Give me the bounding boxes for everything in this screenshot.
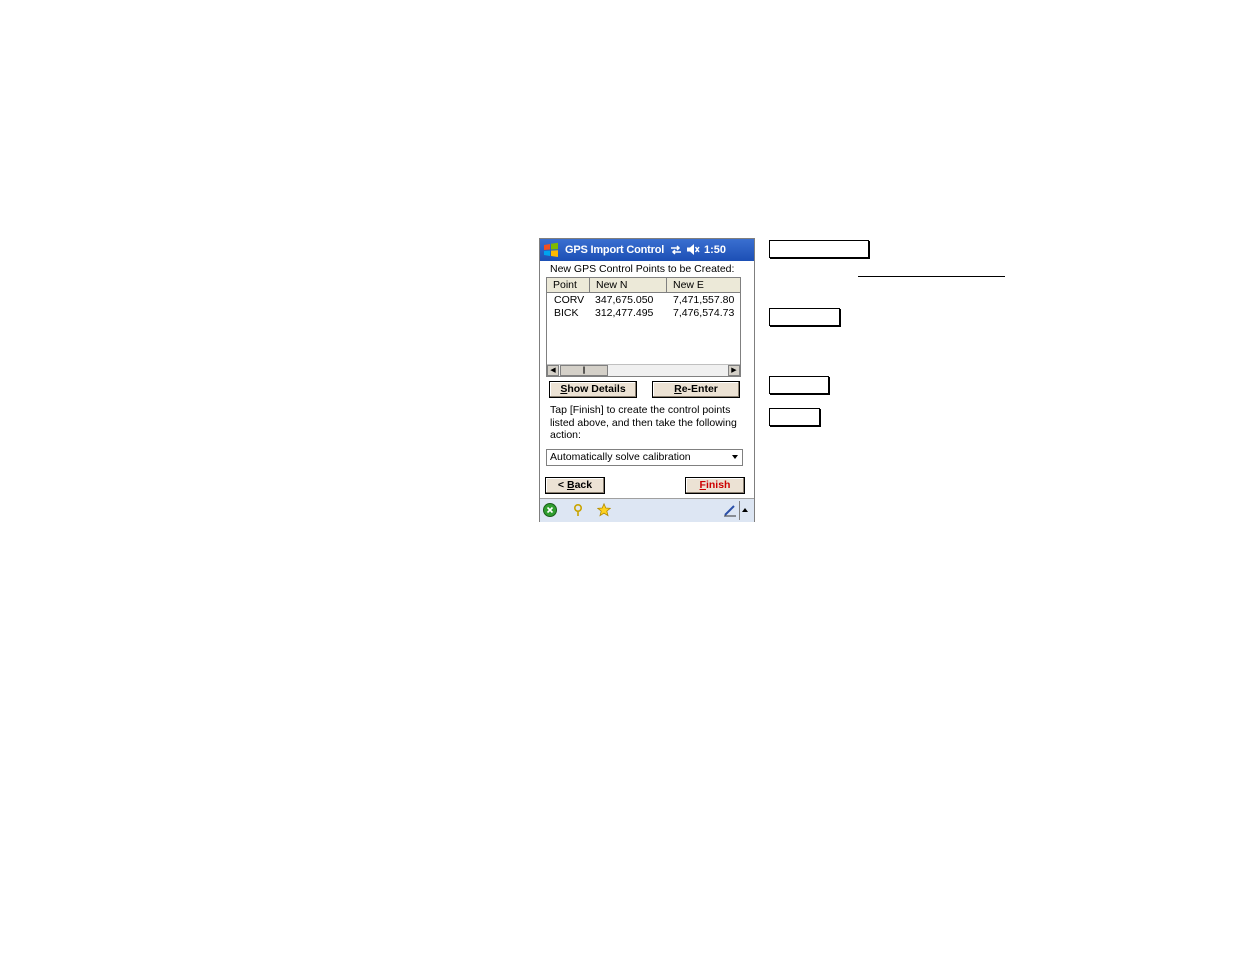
callout-leader-line <box>858 276 1005 277</box>
action-select-value: Automatically solve calibration <box>550 451 691 463</box>
column-header-new-e[interactable]: New E <box>667 278 740 292</box>
section-heading: New GPS Control Points to be Created: <box>550 263 735 275</box>
clock[interactable]: 1:50 <box>704 244 726 256</box>
show-details-button[interactable]: Show Details <box>549 381 637 398</box>
app-title: GPS Import Control <box>565 244 665 256</box>
table-row[interactable]: BICK 312,477.495 7,476,574.73 <box>547 307 740 320</box>
cell-new-e: 7,476,574.73 <box>673 307 735 319</box>
callout-box <box>769 408 820 426</box>
callout-box <box>769 308 840 326</box>
scroll-thumb[interactable]: ‖ <box>560 365 608 376</box>
windows-flag-icon[interactable] <box>542 241 560 259</box>
action-select[interactable]: Automatically solve calibration <box>546 449 743 466</box>
cell-new-n: 312,477.495 <box>595 307 654 319</box>
cell-new-n: 347,675.050 <box>595 294 654 306</box>
instructions-text: Tap [Finish] to create the control point… <box>550 404 737 441</box>
pen-input-icon[interactable] <box>723 503 737 517</box>
scroll-left-arrow-icon[interactable]: ◀ <box>547 365 559 376</box>
re-enter-button[interactable]: Re-Enter <box>652 381 740 398</box>
finish-button[interactable]: Finish <box>685 477 745 494</box>
title-bar: GPS Import Control 1:50 <box>540 239 754 261</box>
favorites-star-icon[interactable] <box>597 503 611 517</box>
back-button[interactable]: < Back <box>545 477 605 494</box>
callout-box <box>769 240 869 258</box>
bottom-taskbar <box>540 498 754 522</box>
scroll-right-arrow-icon[interactable]: ▶ <box>728 365 740 376</box>
speaker-muted-icon[interactable] <box>686 243 700 256</box>
cell-new-e: 7,471,557.80 <box>673 294 735 306</box>
table-header: Point New N New E <box>547 278 740 293</box>
close-circle-icon[interactable] <box>543 503 557 517</box>
connectivity-arrows-icon[interactable] <box>670 244 682 256</box>
sip-up-arrow-icon[interactable] <box>742 508 748 512</box>
cell-point: BICK <box>554 307 579 319</box>
cell-point: CORV <box>554 294 585 306</box>
table-row[interactable]: CORV 347,675.050 7,471,557.80 <box>547 294 740 307</box>
help-icon[interactable] <box>571 503 585 517</box>
pocketpc-screen: GPS Import Control 1:50 New GPS Control … <box>539 238 755 522</box>
horizontal-scrollbar[interactable]: ◀ ‖ ▶ <box>547 364 740 376</box>
dropdown-arrow-icon[interactable] <box>732 455 738 459</box>
column-header-new-n[interactable]: New N <box>590 278 667 292</box>
taskbar-divider <box>739 501 740 520</box>
callout-box <box>769 376 829 394</box>
control-points-table[interactable]: Point New N New E CORV 347,675.050 7,471… <box>546 277 741 377</box>
column-header-point[interactable]: Point <box>547 278 590 292</box>
